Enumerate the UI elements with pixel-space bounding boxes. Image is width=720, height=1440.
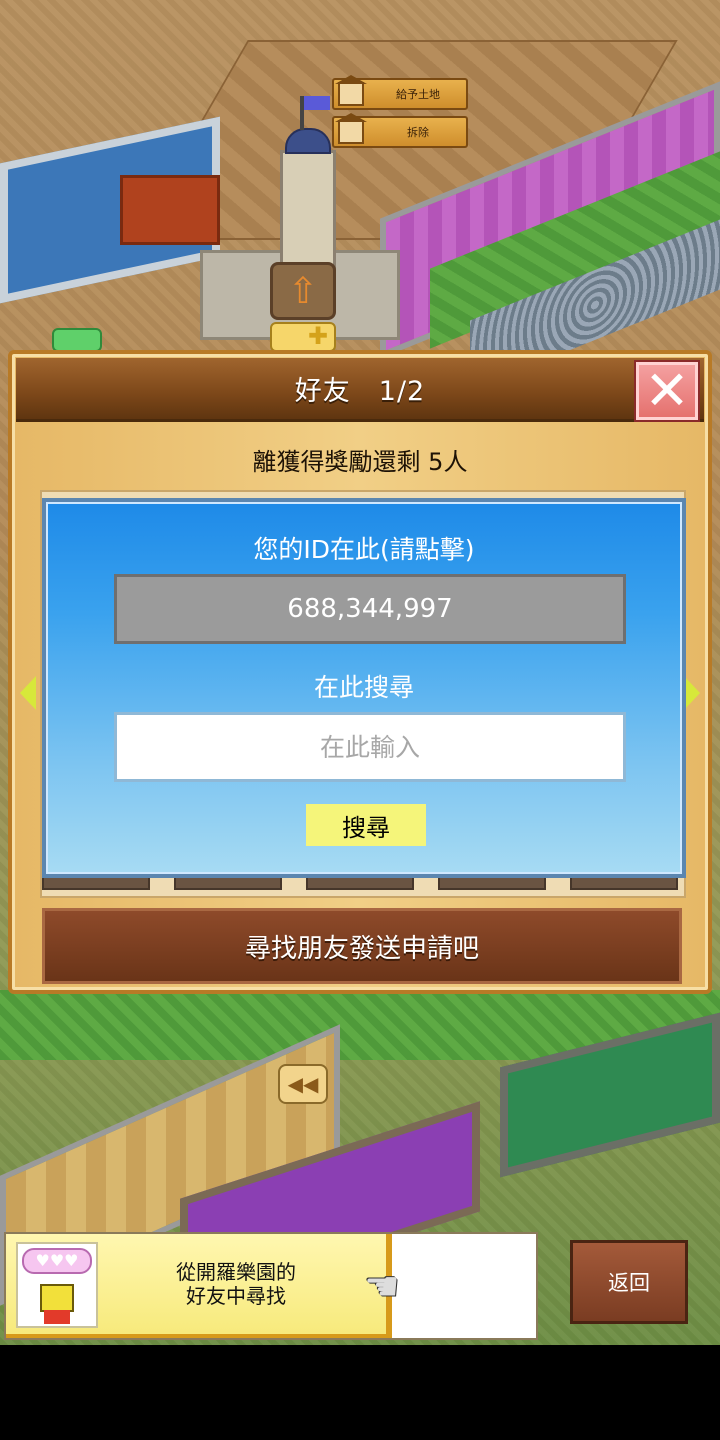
reward-remaining-text: 離獲得獎勵還剩 5人 [252,448,468,476]
close-icon: ✕ [644,359,690,422]
demolish-sign[interactable]: 拆除 [332,113,468,148]
arrow-left-icon[interactable] [20,676,36,710]
tower-roof [285,128,331,154]
back-button[interactable]: 返回 [570,1240,688,1324]
hint-line-1: 從開羅樂園的 [176,1260,296,1284]
dialog-titlebar: 好友 1/2 ✕ [16,358,704,422]
pointing-hand-icon: ☚ [364,1264,400,1310]
friend-slot[interactable] [570,876,678,890]
hint-text: 從開羅樂園的 好友中尋找 [116,1260,356,1308]
plus-icon[interactable]: ✚ [270,322,336,352]
give-land-sign[interactable]: 給予土地 [332,75,468,110]
mascot-head [40,1284,74,1312]
house-icon [335,75,367,106]
friend-slot[interactable] [438,876,546,890]
arrow-right-icon[interactable] [684,676,700,710]
hint-bar[interactable]: ♥♥♥ 從開羅樂園的 好友中尋找 ☚ [4,1232,538,1340]
hearts-bubble: ♥♥♥ [22,1248,92,1274]
friend-slot[interactable] [42,876,150,890]
shrine-room[interactable] [120,175,220,245]
give-land-label: 給予土地 [396,88,440,101]
search-input[interactable] [114,712,626,782]
id-search-panel: 您的ID在此(請點擊) 688,344,997 在此搜尋 搜尋 [42,498,686,878]
hint-line-2: 好友中尋找 [186,1284,286,1308]
house-icon [335,113,367,144]
nav-bar-area [0,1345,720,1440]
castle-tower[interactable] [280,150,336,270]
mascot-icon: ♥♥♥ [16,1242,98,1328]
friends-dialog: 好友 1/2 ✕ 離獲得獎勵還剩 5人 您的ID在此(請點擊) 688,344,… [8,350,712,994]
friend-slot[interactable] [306,876,414,890]
close-button[interactable]: ✕ [634,359,700,422]
id-label: 您的ID在此(請點擊) [253,535,475,564]
send-request-button[interactable]: 尋找朋友發送申請吧 [42,908,682,984]
search-button[interactable]: 搜尋 [306,804,426,846]
search-label: 在此搜尋 [313,673,414,702]
green-status-chip[interactable] [52,328,102,352]
hint-panel: ♥♥♥ 從開羅樂園的 好友中尋找 [6,1234,392,1338]
friend-slots-row [42,876,678,890]
dialog-title: 好友 1/2 [294,376,426,407]
speaker-icon[interactable]: ◀◀ [278,1064,328,1104]
player-id-box[interactable]: 688,344,997 [114,574,626,644]
flag [304,96,330,110]
demolish-label: 拆除 [407,126,429,139]
mascot-body [44,1310,70,1324]
friend-slot[interactable] [174,876,282,890]
upgrade-arrow-icon[interactable]: ⇧ [270,262,336,320]
